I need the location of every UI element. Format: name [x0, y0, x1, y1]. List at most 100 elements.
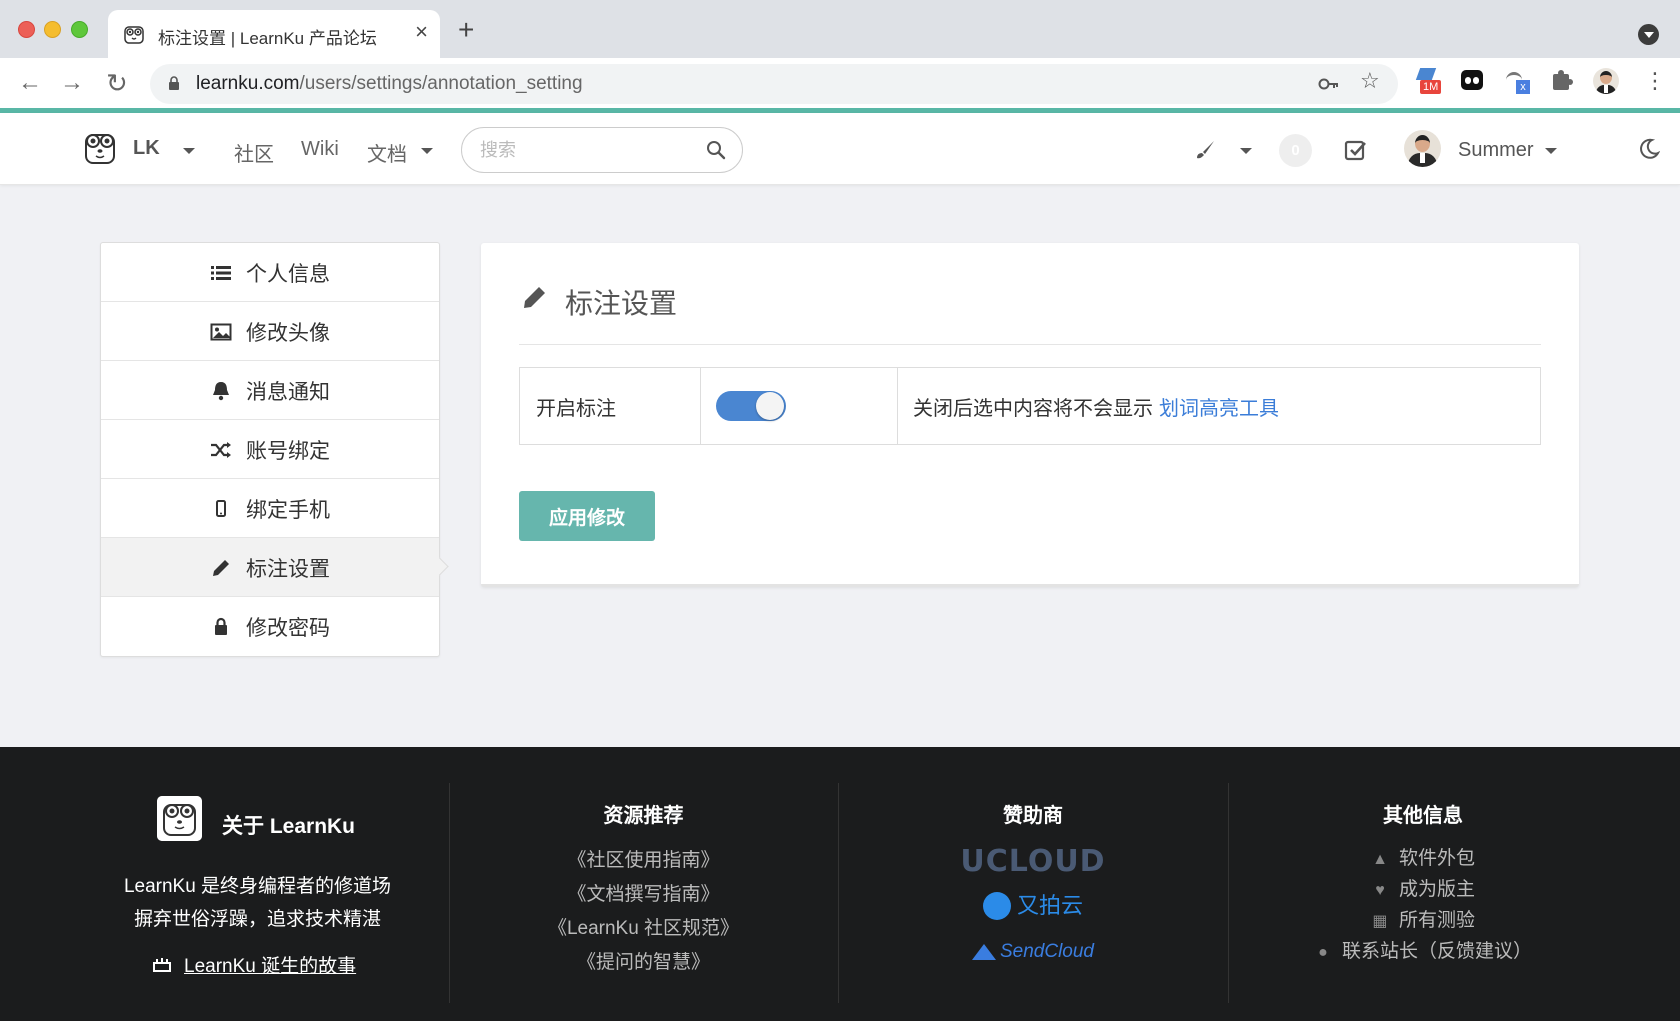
annotation-toggle[interactable]: [716, 391, 786, 421]
close-window-button[interactable]: [18, 21, 35, 38]
search-icon[interactable]: [706, 140, 726, 160]
new-tab-button[interactable]: +: [458, 16, 474, 44]
sponsors-title: 赞助商: [1003, 805, 1063, 827]
heartbeat-icon: ♥: [1375, 882, 1385, 899]
brush-caret-icon[interactable]: [1240, 148, 1252, 154]
profile-avatar-icon[interactable]: [1593, 68, 1619, 94]
image-icon: [210, 323, 232, 340]
highlight-tool-link[interactable]: 划词高亮工具: [1159, 392, 1279, 421]
menu-item-annotation[interactable]: 标注设置: [101, 538, 439, 597]
search-box: [461, 127, 743, 173]
sponsor-ucloud-logo[interactable]: UCLOUD: [838, 842, 1228, 882]
browser-menu-icon[interactable]: ⋮: [1644, 68, 1666, 94]
brand-name[interactable]: LK: [133, 137, 160, 160]
user-avatar[interactable]: [1404, 130, 1441, 167]
resources-title: 资源推荐: [603, 805, 684, 827]
sponsor-upyun-logo[interactable]: 又拍云: [838, 882, 1228, 930]
other-link-label: 联系站长（反馈建议）: [1341, 941, 1532, 962]
moon-icon[interactable]: [1638, 138, 1660, 160]
brush-icon[interactable]: [1194, 139, 1216, 161]
site-header: LK 社区 Wiki 文档 0 Summer: [0, 113, 1680, 185]
brand-caret-icon[interactable]: [183, 148, 195, 154]
footer-other: 其他信息 ▲ 软件外包 ♥ 成为版主 ▦ 所有测验 ● 联系站长（反馈建议）: [1228, 799, 1618, 1019]
other-link-quizzes[interactable]: ▦ 所有测验: [1228, 906, 1618, 937]
about-story-link[interactable]: LearnKu 诞生的故事: [184, 951, 356, 978]
menu-item-phone[interactable]: 绑定手机: [101, 479, 439, 538]
extensions-puzzle-icon[interactable]: [1550, 68, 1576, 94]
nav-wiki[interactable]: Wiki: [301, 138, 339, 161]
menu-item-account-binding[interactable]: 账号绑定: [101, 420, 439, 479]
extension-translate-icon[interactable]: x: [1506, 68, 1532, 94]
calculator-icon: ▦: [1372, 913, 1388, 930]
bell-icon: [213, 381, 229, 400]
other-link-outsourcing[interactable]: ▲ 软件外包: [1228, 844, 1618, 875]
menu-item-avatar[interactable]: 修改头像: [101, 302, 439, 361]
notification-badge[interactable]: 0: [1279, 134, 1312, 167]
settings-menu: 个人信息 修改头像 消息通知 账号绑定 绑定手机 标注设置 修改密码: [100, 242, 440, 657]
resource-link[interactable]: 《LearnKu 社区规范》: [449, 912, 838, 946]
nav-community[interactable]: 社区: [234, 138, 274, 167]
sendcloud-name: SendCloud: [999, 941, 1095, 962]
menu-label: 个人信息: [246, 262, 330, 286]
favicon-icon: [124, 26, 144, 44]
other-link-moderator[interactable]: ♥ 成为版主: [1228, 875, 1618, 906]
search-input[interactable]: [480, 138, 700, 162]
tab-search-button[interactable]: [1638, 24, 1659, 45]
resource-link[interactable]: 《提问的智慧》: [449, 946, 838, 980]
key-icon[interactable]: [1318, 76, 1340, 92]
resource-link[interactable]: 《文档撰写指南》: [449, 878, 838, 912]
footer-resources: 资源推荐 《社区使用指南》 《文档撰写指南》 《LearnKu 社区规范》 《提…: [449, 799, 838, 1019]
other-link-label: 所有测验: [1398, 910, 1475, 931]
tab-close-icon[interactable]: ×: [415, 20, 428, 44]
description-text: 关闭后选中内容将不会显示: [913, 397, 1153, 420]
resource-link[interactable]: 《社区使用指南》: [449, 844, 838, 878]
menu-label: 绑定手机: [246, 498, 330, 522]
browser-toolbar: ← → ↻ learnku.com/users/settings/annotat…: [0, 58, 1680, 110]
url-text: learnku.com/users/settings/annotation_se…: [196, 73, 583, 95]
setting-label: 开启标注: [520, 368, 701, 444]
pencil-icon: [213, 559, 229, 576]
url-domain: learnku.com: [196, 73, 300, 94]
annotation-setting-row: 开启标注 关闭后选中内容将不会显示 划词高亮工具: [519, 367, 1541, 445]
apply-changes-button[interactable]: 应用修改: [519, 491, 655, 541]
reload-icon[interactable]: ↻: [106, 70, 128, 96]
forward-arrow-icon[interactable]: →: [60, 70, 84, 96]
user-name[interactable]: Summer: [1458, 139, 1534, 162]
extension-1m-icon[interactable]: 1M: [1415, 68, 1442, 94]
learnku-footer-logo-icon: [157, 796, 202, 841]
back-arrow-icon[interactable]: ←: [18, 70, 42, 96]
menu-item-profile[interactable]: 个人信息: [101, 243, 439, 302]
other-link-contact[interactable]: ● 联系站长（反馈建议）: [1228, 937, 1618, 968]
minimize-window-button[interactable]: [44, 21, 61, 38]
setting-description: 关闭后选中内容将不会显示 划词高亮工具: [898, 368, 1540, 444]
learnku-logo-icon[interactable]: [82, 129, 118, 167]
lock-icon: [215, 617, 227, 635]
menu-item-password[interactable]: 修改密码: [101, 597, 439, 656]
browser-tab-bar: 标注设置 | LearnKu 产品论坛 × +: [0, 0, 1680, 58]
maximize-window-button[interactable]: [71, 21, 88, 38]
about-text: LearnKu 是终身编程者的修道场 摒弃世俗浮躁，追求技术精湛: [80, 870, 435, 936]
about-line: 摒弃世俗浮躁，追求技术精湛: [133, 909, 381, 930]
wechat-icon: ●: [1318, 944, 1328, 961]
address-bar[interactable]: learnku.com/users/settings/annotation_se…: [150, 64, 1398, 104]
toggle-cell: [701, 368, 898, 444]
menu-label: 修改头像: [246, 321, 330, 345]
docs-caret-icon[interactable]: [421, 148, 433, 154]
browser-tab[interactable]: 标注设置 | LearnKu 产品论坛 ×: [108, 10, 440, 58]
list-icon: [211, 265, 231, 280]
menu-item-notifications[interactable]: 消息通知: [101, 361, 439, 420]
menu-label: 修改密码: [246, 616, 330, 640]
about-title: 关于 LearnKu: [222, 815, 356, 838]
pencil-icon: [524, 287, 545, 308]
checklist-icon[interactable]: [1344, 138, 1368, 162]
mobile-icon: [216, 499, 226, 517]
other-title: 其他信息: [1383, 805, 1463, 827]
footer-sponsors: 赞助商 UCLOUD 又拍云 SendCloud: [838, 799, 1228, 1019]
bookmark-star-icon[interactable]: ☆: [1360, 68, 1380, 94]
user-caret-icon[interactable]: [1545, 148, 1557, 154]
divider: [519, 344, 1541, 345]
extension-glasses-icon[interactable]: [1460, 68, 1486, 94]
shuffle-icon: [211, 441, 231, 458]
sponsor-sendcloud-logo[interactable]: SendCloud: [838, 930, 1228, 974]
nav-docs[interactable]: 文档: [367, 138, 407, 167]
